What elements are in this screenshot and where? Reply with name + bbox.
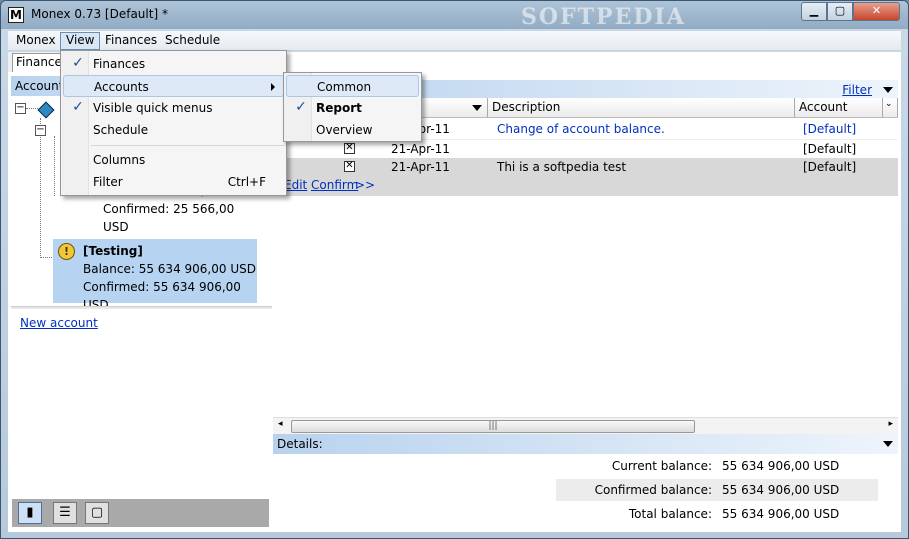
account-info-icon: !	[58, 243, 75, 260]
balance-label: Total balance:	[628, 507, 712, 521]
account-name: [Testing]	[83, 244, 143, 258]
tree-line	[26, 108, 38, 109]
scroll-left-icon[interactable]: ◂	[278, 419, 283, 429]
account-item-testing[interactable]: ! [Testing] Balance: 55 634 906,00 USD C…	[53, 239, 257, 312]
menu-view[interactable]: View	[60, 32, 101, 50]
tree-line	[40, 118, 41, 258]
column-description-header[interactable]: Description	[488, 98, 795, 118]
menu-item-label: Accounts	[94, 80, 149, 94]
new-account-link[interactable]: New account	[20, 316, 98, 330]
balance-value: 55 634 906,00 USD	[722, 483, 840, 497]
tree-line	[54, 136, 55, 196]
menu-separator	[91, 145, 284, 146]
menu-item-finances[interactable]: ✓ Finances	[63, 53, 284, 75]
chevron-down-icon[interactable]	[883, 441, 893, 447]
menu-item-label: Visible quick menus	[93, 101, 213, 115]
view-switcher-bar: ▮ ☰ ▢	[12, 499, 269, 527]
menu-monex[interactable]: Monex	[10, 32, 62, 50]
app-window: M Monex 0.73 [Default] * SOFTPEDIA ▁ ▢ ✕…	[0, 0, 909, 539]
collapse-root-icon[interactable]: −	[15, 103, 26, 114]
confirm-link[interactable]: Confirm	[311, 178, 358, 192]
row-description: Change of account balance.	[497, 122, 665, 136]
menu-item-label: Overview	[316, 123, 373, 137]
menu-item-label: Common	[317, 80, 372, 94]
details-header: Details:	[273, 434, 898, 454]
checkbox-icon[interactable]: ✕	[344, 161, 355, 172]
row-description: Thi is a softpedia test	[497, 160, 627, 174]
check-icon: ✓	[72, 55, 84, 71]
menu-item-accounts[interactable]: Accounts	[63, 75, 284, 97]
menu-item-columns[interactable]: Columns	[63, 149, 284, 171]
current-balance-row: Current balance: 55 634 906,00 USD	[556, 455, 878, 477]
menu-item-label: Columns	[93, 153, 146, 167]
collapse-group-icon[interactable]: −	[35, 125, 46, 136]
row-account: [Default]	[803, 142, 857, 156]
column-account-header[interactable]: Account	[795, 98, 883, 118]
row-account: [Default]	[803, 160, 857, 174]
close-button[interactable]: ✕	[853, 2, 900, 21]
note-icon[interactable]: ▢	[85, 502, 109, 524]
menu-item-label: Schedule	[93, 123, 149, 137]
balance-label: Confirmed balance:	[594, 483, 712, 497]
view-menu: ✓ Finances Accounts ✓ Visible quick menu…	[60, 50, 287, 196]
menu-item-visible-quick-menus[interactable]: ✓ Visible quick menus	[63, 97, 284, 119]
book-icon[interactable]: ▮	[18, 502, 42, 524]
total-balance-row: Total balance: 55 634 906,00 USD	[556, 503, 878, 525]
confirmed-balance-row: Confirmed balance: 55 634 906,00 USD	[556, 479, 878, 501]
check-icon: ✓	[295, 99, 307, 115]
column-date-header[interactable]	[421, 98, 488, 118]
sort-down-icon	[472, 105, 482, 111]
window-title: Monex 0.73 [Default] *	[31, 7, 168, 21]
menu-bar: Monex View Finances Schedule	[8, 31, 901, 51]
account-balance: Balance: 55 634 906,00 USD	[83, 262, 256, 276]
pane-divider	[11, 306, 272, 309]
details-label: Details:	[277, 437, 323, 451]
menu-item-shortcut: Ctrl+F	[227, 175, 266, 189]
minimize-button[interactable]: ▁	[801, 2, 827, 21]
scrollbar-thumb[interactable]: |||	[291, 420, 695, 433]
chevron-down-icon[interactable]	[883, 87, 893, 93]
menu-item-label: Filter	[93, 175, 123, 189]
menu-item-label: Report	[316, 101, 362, 115]
maximize-button[interactable]: ▢	[827, 2, 853, 21]
transactions-pane: Filter Description Account ⌄ 21-Apr-11 C…	[273, 76, 901, 532]
edit-link[interactable]: Edit	[284, 178, 307, 192]
app-icon: M	[8, 7, 24, 23]
menu-item-report[interactable]: ✓ Report	[286, 97, 419, 119]
list-icon[interactable]: ☰	[53, 502, 77, 524]
horizontal-scrollbar[interactable]: ◂ ||| ▸	[273, 417, 898, 434]
menu-schedule[interactable]: Schedule	[159, 32, 226, 50]
accounts-submenu: Common ✓ Report Overview	[283, 72, 422, 142]
account-confirmed: Confirmed: 25 566,00 USD	[103, 202, 235, 234]
row-account: [Default]	[803, 122, 857, 136]
balance-value: 55 634 906,00 USD	[722, 459, 840, 473]
menu-item-common[interactable]: Common	[286, 75, 419, 97]
table-row-selected[interactable]: ✕ 21-Apr-11 Thi is a softpedia test [Def…	[273, 158, 898, 196]
filter-link[interactable]: Filter	[842, 83, 872, 97]
menu-finances[interactable]: Finances	[99, 32, 163, 50]
row-date: 21-Apr-11	[391, 160, 450, 174]
menu-item-filter[interactable]: Filter Ctrl+F	[63, 171, 284, 193]
balance-value: 55 634 906,00 USD	[722, 507, 840, 521]
column-chooser-button[interactable]: ⌄	[883, 98, 898, 118]
watermark-text: SOFTPEDIA	[521, 4, 686, 30]
submenu-arrow-icon	[271, 83, 275, 91]
balance-label: Current balance:	[611, 459, 712, 473]
checkbox-icon[interactable]: ✕	[344, 143, 355, 154]
row-date: 21-Apr-11	[391, 142, 450, 156]
root-account-icon	[37, 101, 55, 119]
check-icon: ✓	[72, 99, 84, 115]
more-link[interactable]: >>	[355, 178, 375, 192]
menu-item-schedule[interactable]: Schedule	[63, 119, 284, 141]
menu-item-overview[interactable]: Overview	[286, 119, 419, 141]
title-bar[interactable]: M Monex 0.73 [Default] * SOFTPEDIA ▁ ▢ ✕	[1, 1, 908, 30]
scroll-right-icon[interactable]: ▸	[888, 419, 893, 429]
menu-item-label: Finances	[93, 57, 146, 71]
